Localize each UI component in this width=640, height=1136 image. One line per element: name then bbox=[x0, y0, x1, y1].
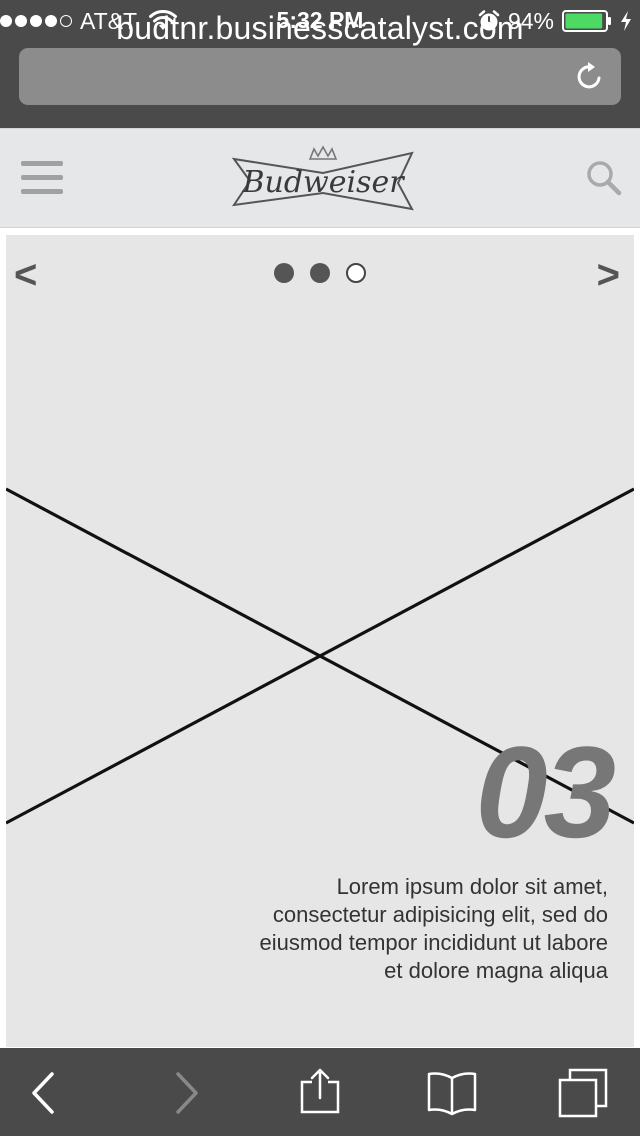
slider-dot-2[interactable] bbox=[310, 263, 330, 283]
slider-dots bbox=[274, 263, 366, 283]
forward-icon[interactable] bbox=[160, 1068, 210, 1118]
budweiser-logo[interactable]: Budweiser bbox=[228, 143, 418, 215]
tabs-icon[interactable] bbox=[558, 1068, 608, 1118]
slider-prev-arrow[interactable]: < bbox=[14, 253, 37, 298]
slide-caption: Lorem ipsum dolor sit amet, consectetur … bbox=[188, 873, 608, 985]
search-icon[interactable] bbox=[586, 160, 622, 196]
browser-chrome-top: AT&T 5:32 PM 94% budtnr.businesscatalyst… bbox=[0, 0, 640, 128]
slider-dot-3[interactable] bbox=[346, 263, 366, 283]
hamburger-icon[interactable] bbox=[21, 161, 63, 195]
caption-line: et dolore magna aliqua bbox=[384, 958, 608, 983]
url-text[interactable]: budtnr.businesscatalyst.com bbox=[0, 10, 640, 47]
url-bar[interactable] bbox=[19, 48, 621, 105]
back-icon[interactable] bbox=[20, 1068, 70, 1118]
image-slider[interactable]: < > 03 Lorem ipsum dolor sit amet, conse… bbox=[6, 235, 634, 1047]
share-icon[interactable] bbox=[295, 1068, 345, 1118]
slider-next-arrow[interactable]: > bbox=[597, 253, 620, 298]
site-header: Budweiser bbox=[0, 128, 640, 228]
bookmarks-icon[interactable] bbox=[427, 1068, 477, 1118]
slider-dot-1[interactable] bbox=[274, 263, 294, 283]
slide-number: 03 bbox=[475, 719, 616, 865]
caption-line: Lorem ipsum dolor sit amet, bbox=[336, 874, 608, 899]
caption-line: eiusmod tempor incididunt ut labore bbox=[259, 930, 608, 955]
svg-text:Budweiser: Budweiser bbox=[241, 165, 405, 200]
caption-line: consectetur adipisicing elit, sed do bbox=[272, 902, 608, 927]
browser-toolbar bbox=[0, 1048, 640, 1136]
reload-icon[interactable] bbox=[575, 60, 605, 92]
